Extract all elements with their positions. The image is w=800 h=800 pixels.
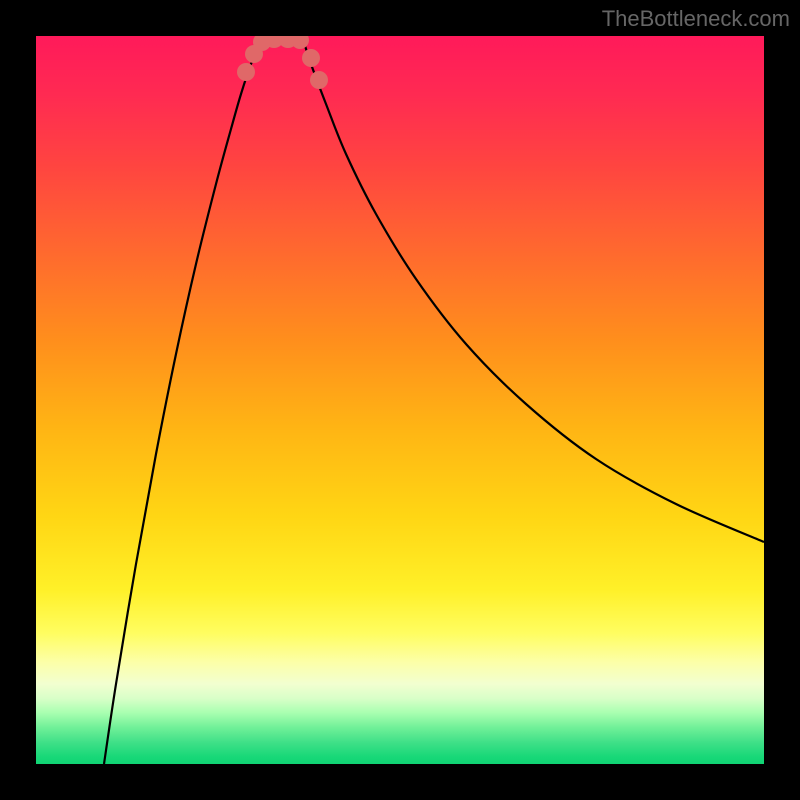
curve-layer [36,36,764,764]
watermark-text: TheBottleneck.com [602,6,790,32]
plot-area [36,36,764,764]
trough-marker [310,71,328,89]
trough-marker [302,49,320,67]
trough-marker [237,63,255,81]
curve-right-branch [302,36,764,542]
curve-left-branch [104,36,270,764]
